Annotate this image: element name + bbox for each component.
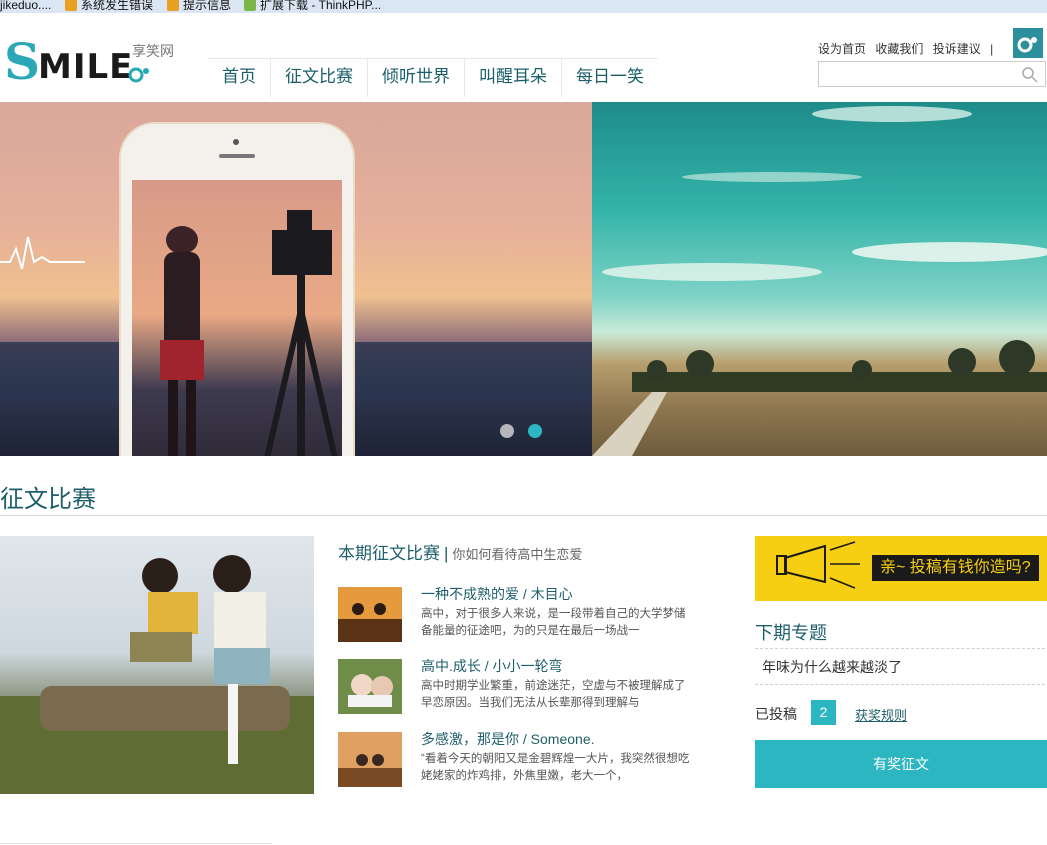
ad-text: 亲~ 投稿有钱你造吗? — [872, 555, 1039, 581]
bookmark-label: 扩展下载 - ThinkPHP... — [260, 0, 382, 12]
heartbeat-icon — [0, 236, 85, 270]
article-thumbnail[interactable] — [338, 659, 402, 714]
nav-home[interactable]: 首页 — [208, 59, 271, 97]
section-title: 征文比赛 — [0, 486, 96, 513]
divider — [755, 684, 1045, 685]
award-rules-link[interactable]: 获奖规则 — [855, 705, 907, 724]
bookmark-item[interactable]: 提示信息 — [167, 0, 231, 12]
girl-silhouette-image — [160, 226, 204, 456]
bookmark-label: jikeduo.... — [0, 0, 52, 12]
article-title[interactable]: 一种不成熟的爱 / 木目心 — [421, 584, 573, 604]
carousel-slide-phone — [0, 102, 592, 456]
megaphone-icon — [776, 541, 860, 589]
logo-chinese-name: 享笑网 — [132, 43, 174, 59]
section-divider — [0, 515, 1047, 516]
phone-image — [121, 124, 353, 456]
brand-icon[interactable] — [1013, 28, 1043, 58]
bookmark-label: 系统发生错误 — [81, 0, 154, 12]
complaint-link[interactable]: 投诉建议 — [933, 42, 981, 56]
clouds-image — [602, 106, 1047, 281]
bookmark-icon — [244, 0, 256, 11]
contest-separator: | — [444, 544, 449, 563]
logo-swirl-icon — [128, 67, 149, 83]
article-item[interactable]: 高中.成长 / 小小一轮弯 高中时期学业繁重，前途迷茫，空虚与不被理解成了早恋原… — [338, 656, 698, 719]
divider — [755, 648, 1045, 649]
bookmark-item[interactable]: 扩展下载 - ThinkPHP... — [244, 0, 381, 12]
camera-tripod-image — [264, 210, 338, 456]
next-topic-title: 下期专题 — [755, 623, 827, 643]
couple-photo — [0, 555, 314, 794]
article-thumbnail[interactable] — [338, 587, 402, 642]
article-excerpt: “看着今天的朝阳又是金碧辉煌一大片，我突然很想吃姥姥家的炸鸡排，外焦里嫩，老大一… — [421, 753, 690, 782]
top-links-separator: | — [990, 42, 994, 56]
bookmark-icon — [167, 0, 179, 11]
contest-heading: 本期征文比赛 | 你如何看待高中生恋爱 — [338, 539, 582, 564]
nav-essay-contest[interactable]: 征文比赛 — [271, 59, 368, 97]
footer-divider — [0, 843, 272, 844]
article-title[interactable]: 高中.成长 / 小小一轮弯 — [421, 656, 563, 676]
prize-essay-button[interactable]: 有奖征文 — [755, 740, 1047, 788]
carousel-dot-active[interactable] — [528, 424, 543, 438]
site-logo[interactable]: S MILE 享笑网 — [4, 35, 180, 91]
article-thumbnail[interactable] — [338, 732, 402, 787]
article-title[interactable]: 多感激，那是你 / Someone. — [421, 729, 595, 749]
nav-wake-ears[interactable]: 叫醒耳朵 — [465, 59, 562, 97]
logo-wordmark: MILE — [38, 47, 134, 87]
top-links: 设为首页 收藏我们 投诉建议 | — [818, 40, 999, 57]
search-icon[interactable] — [1021, 66, 1039, 84]
phone-screen — [132, 180, 342, 456]
carousel-slide-field — [592, 102, 1047, 456]
contest-feature-image[interactable] — [0, 536, 314, 794]
main-nav: 首页 征文比赛 倾听世界 叫醒耳朵 每日一笑 — [208, 58, 658, 99]
article-item[interactable]: 多感激，那是你 / Someone. “看着今天的朝阳又是金碧辉煌一大片，我突然… — [338, 729, 698, 792]
carousel-dots — [500, 424, 552, 443]
phone-speaker — [219, 154, 255, 158]
bookmarks-bar: jikeduo.... 系统发生错误 提示信息 扩展下载 - ThinkPHP.… — [0, 0, 1047, 13]
site-header: S MILE 享笑网 首页 征文比赛 倾听世界 叫醒耳朵 每日一笑 设为首页 收… — [0, 13, 1047, 102]
bookmark-icon — [65, 0, 77, 11]
trees-image — [632, 340, 1047, 392]
carousel-dot[interactable] — [500, 424, 514, 438]
submitted-count-badge: 2 — [811, 700, 836, 725]
bookmark-label: 提示信息 — [183, 0, 232, 12]
phone-camera — [233, 139, 239, 145]
hero-carousel[interactable] — [0, 102, 1047, 456]
nav-listen-world[interactable]: 倾听世界 — [368, 59, 465, 97]
submitted-label: 已投稿 — [755, 706, 797, 722]
bookmark-item[interactable]: 系统发生错误 — [65, 0, 153, 12]
set-homepage-link[interactable]: 设为首页 — [818, 42, 866, 56]
dirt-road-image — [592, 392, 667, 456]
submission-ad-banner[interactable]: 亲~ 投稿有钱你造吗? — [755, 536, 1047, 601]
article-item[interactable]: 一种不成熟的爱 / 木目心 高中，对于很多人来说，是一段带着自己的大学梦储备能量… — [338, 584, 698, 647]
next-topic-item[interactable]: 年味为什么越来越淡了 — [762, 657, 902, 677]
article-excerpt: 高中，对于很多人来说，是一段带着自己的大学梦储备能量的征途吧，为的只是在最后一场… — [421, 608, 686, 637]
search-box — [818, 61, 1046, 87]
nav-daily-laugh[interactable]: 每日一笑 — [562, 59, 658, 97]
contest-title: 本期征文比赛 — [338, 544, 440, 563]
bookmark-item[interactable]: jikeduo.... — [0, 0, 51, 12]
swirl-icon — [1017, 37, 1037, 53]
bookmark-us-link[interactable]: 收藏我们 — [875, 42, 923, 56]
search-input[interactable] — [823, 63, 1023, 87]
logo-initial: S — [4, 32, 41, 91]
article-excerpt: 高中时期学业繁重，前途迷茫，空虚与不被理解成了早恋原因。当我们无法从长辈那得到理… — [421, 680, 686, 709]
contest-subtitle: 你如何看待高中生恋爱 — [452, 547, 583, 562]
